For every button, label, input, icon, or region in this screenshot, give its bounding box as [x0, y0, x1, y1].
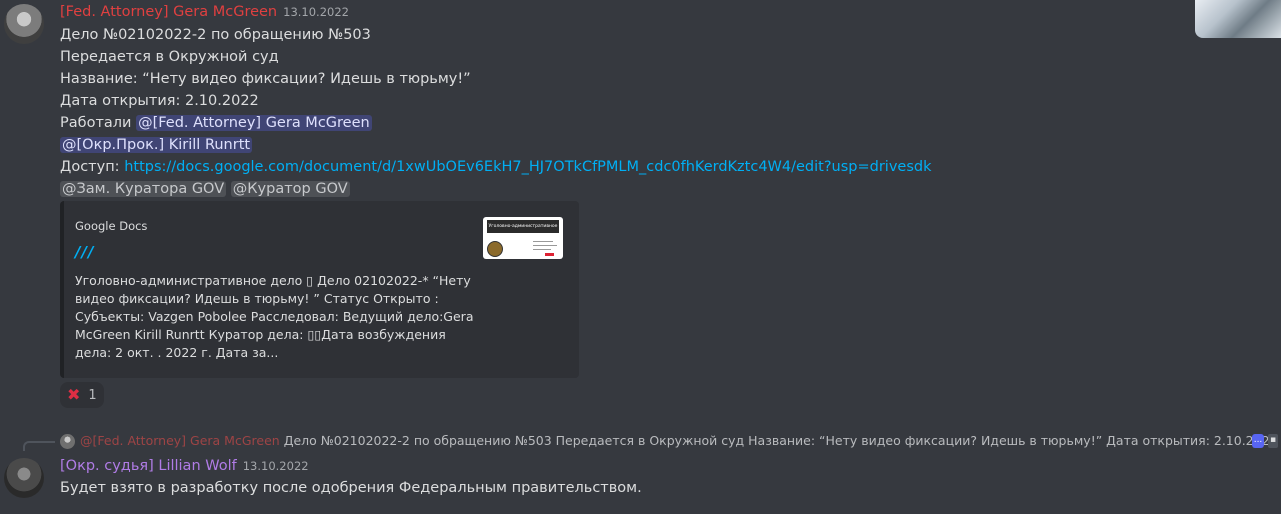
message-line: @[Окр.Прок.] Kirill Runrtt [60, 135, 253, 155]
thumbnail-text-line [533, 241, 553, 242]
cross-mark-icon: ✖ [67, 385, 81, 404]
embed-title[interactable]: /// [75, 243, 94, 261]
thumbnail-text-line [533, 245, 557, 246]
attachment-image-thumbnail[interactable] [1195, 0, 1281, 38]
seal-icon [487, 241, 503, 257]
message-header: [Fed. Attorney] Gera McGreen 13.10.2022 [60, 2, 349, 22]
document-link[interactable]: https://docs.google.com/document/d/1xwUb… [124, 159, 931, 175]
reaction-count: 1 [88, 387, 97, 403]
embed-description: Уголовно-административное дело ▯ Дело 02… [75, 273, 474, 360]
message-header: [Окр. судья] Lillian Wolf 13.10.2022 [60, 456, 309, 476]
timestamp: 13.10.2022 [242, 459, 309, 473]
link-embed: Google Docs /// Уголовно-административно… [60, 201, 579, 378]
thumbnail-title: Уголовно-административное дело [487, 220, 559, 242]
message-line: Дата открытия: 2.10.2022 [60, 93, 259, 109]
role-mention[interactable]: @Зам. Куратора GOV [60, 181, 227, 197]
message-line: Доступ: https://docs.google.com/document… [60, 157, 932, 177]
thumbnail-red-mark [545, 253, 554, 256]
reply-overflow-icon[interactable]: ... [1252, 434, 1264, 448]
reply-attachment-icon[interactable]: ▪ [1268, 434, 1278, 448]
worked-label: Работали [60, 115, 132, 131]
reply-avatar[interactable] [60, 434, 75, 449]
avatar[interactable] [4, 458, 44, 498]
embed-provider: Google Docs [75, 219, 148, 233]
author-name[interactable]: [Окр. судья] Lillian Wolf [60, 458, 237, 474]
access-label: Доступ: [60, 159, 120, 175]
message-line: Дело №02102022-2 по обращению №503 [60, 27, 371, 43]
reply-spine [23, 441, 55, 451]
embed-thumbnail[interactable]: Уголовно-административное дело [483, 217, 563, 259]
user-mention[interactable]: @[Окр.Прок.] Kirill Runrtt [60, 137, 253, 153]
message-line: Будет взято в разработку после одобрения… [60, 480, 642, 496]
user-mention[interactable]: @[Fed. Attorney] Gera McGreen [136, 115, 372, 131]
reaction-button[interactable]: ✖ 1 [60, 382, 104, 408]
reply-text[interactable]: Дело №02102022-2 по обращению №503 Перед… [284, 433, 1270, 448]
message-line: Работали @[Fed. Attorney] Gera McGreen [60, 113, 372, 133]
reply-author[interactable]: @[Fed. Attorney] Gera McGreen [80, 433, 280, 448]
avatar[interactable] [4, 4, 44, 44]
role-mention[interactable]: @Куратор GOV [230, 181, 350, 197]
message-line: @Зам. Куратора GOV @Куратор GOV [60, 179, 350, 199]
thumbnail-text-line [533, 249, 551, 250]
message-line: Название: “Нету видео фиксации? Идешь в … [60, 71, 471, 87]
timestamp: 13.10.2022 [283, 5, 349, 19]
message-line: Передается в Окружной суд [60, 49, 279, 65]
author-name[interactable]: [Fed. Attorney] Gera McGreen [60, 4, 277, 20]
reply-preview[interactable]: @[Fed. Attorney] Gera McGreen Дело №02102… [80, 431, 1270, 451]
